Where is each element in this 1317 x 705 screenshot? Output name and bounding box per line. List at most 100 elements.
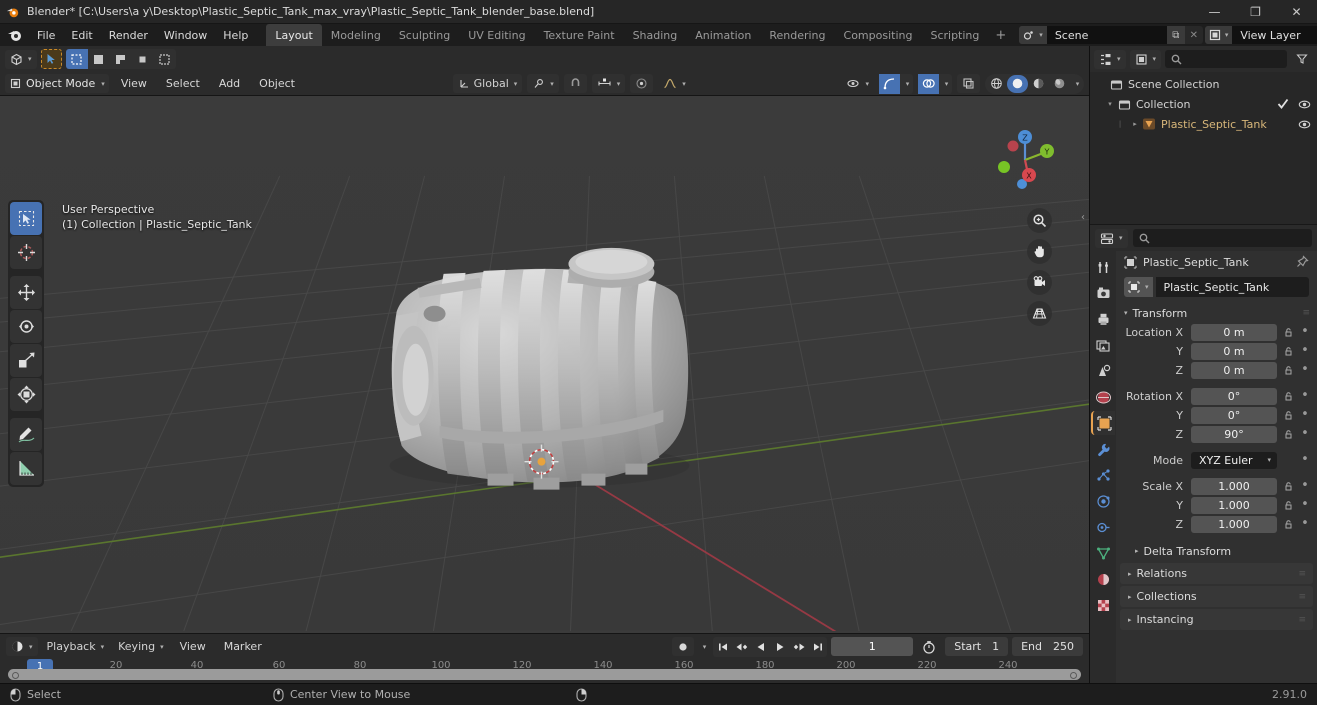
- tab-view-layer[interactable]: [1091, 333, 1115, 357]
- overlays-dropdown[interactable]: ▾: [939, 74, 952, 94]
- timeline-menu-keying[interactable]: Keying ▾: [113, 637, 168, 656]
- tab-modifiers[interactable]: [1091, 437, 1115, 461]
- frame-start-field[interactable]: Start 1: [945, 637, 1009, 656]
- object-name-field[interactable]: Plastic_Septic_Tank: [1155, 277, 1309, 297]
- viewport-menu-object[interactable]: Object: [252, 75, 302, 92]
- visibility-selector[interactable]: ▾: [841, 74, 874, 93]
- auto-keying-toggle[interactable]: [671, 637, 694, 656]
- scene-unlink-button[interactable]: ✕: [1185, 26, 1203, 44]
- pivot-point-selector[interactable]: ▾: [527, 74, 559, 93]
- menu-render[interactable]: Render: [101, 26, 156, 45]
- workspace-tab-compositing[interactable]: Compositing: [835, 24, 922, 46]
- select-intersect-button[interactable]: [132, 49, 154, 69]
- animate-dot[interactable]: •: [1299, 479, 1311, 492]
- tweak-tool-button[interactable]: [40, 49, 62, 69]
- workspace-tab-uv-editing[interactable]: UV Editing: [459, 24, 534, 46]
- gizmo-axis-neg-y[interactable]: [998, 161, 1010, 173]
- shading-dropdown[interactable]: ▾: [1070, 75, 1083, 93]
- prev-keyframe-button[interactable]: [732, 637, 751, 657]
- workspace-tab-rendering[interactable]: Rendering: [760, 24, 834, 46]
- viewport-menu-select[interactable]: Select: [159, 75, 207, 92]
- minimize-button[interactable]: —: [1194, 0, 1235, 24]
- xray-toggle-button[interactable]: [957, 74, 980, 93]
- outliner-editor-type-button[interactable]: ▾: [1094, 49, 1126, 69]
- workspace-tab-sculpting[interactable]: Sculpting: [390, 24, 459, 46]
- tab-physics[interactable]: [1091, 489, 1115, 513]
- tab-render[interactable]: [1091, 281, 1115, 305]
- timeline-editor-type-button[interactable]: ▾: [6, 637, 38, 656]
- lock-icon[interactable]: [1281, 410, 1295, 421]
- tab-material[interactable]: [1091, 567, 1115, 591]
- tab-object-data[interactable]: [1091, 541, 1115, 565]
- rotation-z-field[interactable]: 90°: [1191, 425, 1277, 443]
- tool-cursor[interactable]: [10, 236, 42, 269]
- disclosure-triangle[interactable]: ▸: [1129, 120, 1141, 128]
- workspace-tab-texture-paint[interactable]: Texture Paint: [535, 24, 624, 46]
- overlays-toggle-button[interactable]: [918, 73, 939, 94]
- viewport-menu-view[interactable]: View: [114, 75, 154, 92]
- viewport-3d[interactable]: User Perspective (1) Collection | Plasti…: [0, 96, 1089, 633]
- gizmo-dropdown[interactable]: ▾: [900, 74, 913, 94]
- location-y-field[interactable]: 0 m: [1191, 342, 1277, 360]
- pan-hand-icon[interactable]: [1027, 239, 1052, 264]
- perspective-grid-icon[interactable]: [1027, 301, 1052, 326]
- eye-icon[interactable]: [1298, 118, 1311, 131]
- relations-panel-header[interactable]: ▸ Relations ≡: [1120, 563, 1313, 584]
- frame-end-field[interactable]: End 250: [1012, 637, 1083, 656]
- lock-icon[interactable]: [1281, 429, 1295, 440]
- workspace-tab-scripting[interactable]: Scripting: [921, 24, 988, 46]
- outliner-row-scene-collection[interactable]: Scene Collection: [1090, 74, 1317, 94]
- navigation-gizmo[interactable]: Z Y X: [989, 124, 1061, 196]
- snap-toggle-button[interactable]: [563, 74, 587, 93]
- tab-texture[interactable]: [1091, 593, 1115, 617]
- tab-tool[interactable]: [1091, 255, 1115, 279]
- tab-world[interactable]: [1091, 385, 1115, 409]
- rotation-y-field[interactable]: 0°: [1191, 406, 1277, 424]
- outliner-display-mode-button[interactable]: ▾: [1129, 49, 1162, 69]
- menu-help[interactable]: Help: [215, 26, 256, 45]
- shading-rendered-button[interactable]: [1049, 75, 1070, 93]
- rotation-x-field[interactable]: 0°: [1191, 387, 1277, 405]
- jump-to-start-button[interactable]: [713, 637, 732, 657]
- animate-dot[interactable]: •: [1299, 427, 1311, 440]
- workspace-tab-layout[interactable]: Layout: [266, 24, 322, 46]
- viewlayer-name-field[interactable]: View Layer: [1232, 26, 1317, 44]
- next-keyframe-button[interactable]: [789, 637, 808, 657]
- use-preview-range-button[interactable]: [917, 637, 941, 656]
- gizmo-axis-neg-x[interactable]: [1007, 140, 1019, 152]
- tab-particles[interactable]: [1091, 463, 1115, 487]
- timeline-scrollbar[interactable]: [8, 669, 1081, 680]
- animate-dot[interactable]: •: [1299, 498, 1311, 511]
- scene-name-field[interactable]: Scene: [1046, 26, 1167, 44]
- blender-menu-icon[interactable]: [6, 26, 24, 44]
- menu-window[interactable]: Window: [156, 26, 215, 45]
- tab-scene[interactable]: [1091, 359, 1115, 383]
- transform-panel-header[interactable]: ▾ Transform ≡: [1116, 303, 1317, 323]
- viewport-menu-add[interactable]: Add: [212, 75, 247, 92]
- animate-dot[interactable]: •: [1299, 453, 1311, 466]
- timeline-menu-marker[interactable]: Marker: [217, 638, 269, 655]
- timeline-ruler[interactable]: 20 40 60 80 100 120 140 160 180 200 220 …: [0, 659, 1089, 683]
- select-extend-button[interactable]: [88, 49, 110, 69]
- tab-constraints[interactable]: [1091, 515, 1115, 539]
- select-subtract-button[interactable]: [110, 49, 132, 69]
- menu-file[interactable]: File: [29, 26, 63, 45]
- delta-transform-panel-header[interactable]: ▸ Delta Transform: [1116, 541, 1317, 561]
- tool-move[interactable]: [10, 276, 42, 309]
- shading-material-button[interactable]: [1028, 75, 1049, 93]
- tool-measure[interactable]: [10, 452, 42, 485]
- editor-type-button[interactable]: ▾: [5, 49, 37, 69]
- shading-solid-button[interactable]: [1007, 74, 1028, 93]
- transform-orientation-selector[interactable]: Global ▾: [452, 74, 523, 93]
- workspace-tab-modeling[interactable]: Modeling: [322, 24, 390, 46]
- scale-y-field[interactable]: 1.000: [1191, 496, 1277, 514]
- location-z-field[interactable]: 0 m: [1191, 361, 1277, 379]
- lock-icon[interactable]: [1281, 365, 1295, 376]
- properties-search-input[interactable]: [1132, 229, 1312, 247]
- auto-keying-dropdown[interactable]: ▾: [698, 637, 710, 656]
- play-reverse-button[interactable]: [751, 637, 770, 657]
- lock-icon[interactable]: [1281, 346, 1295, 357]
- viewlayer-browse-button[interactable]: ▾: [1204, 26, 1233, 44]
- collections-panel-header[interactable]: ▸ Collections ≡: [1120, 586, 1313, 607]
- scale-z-field[interactable]: 1.000: [1191, 515, 1277, 533]
